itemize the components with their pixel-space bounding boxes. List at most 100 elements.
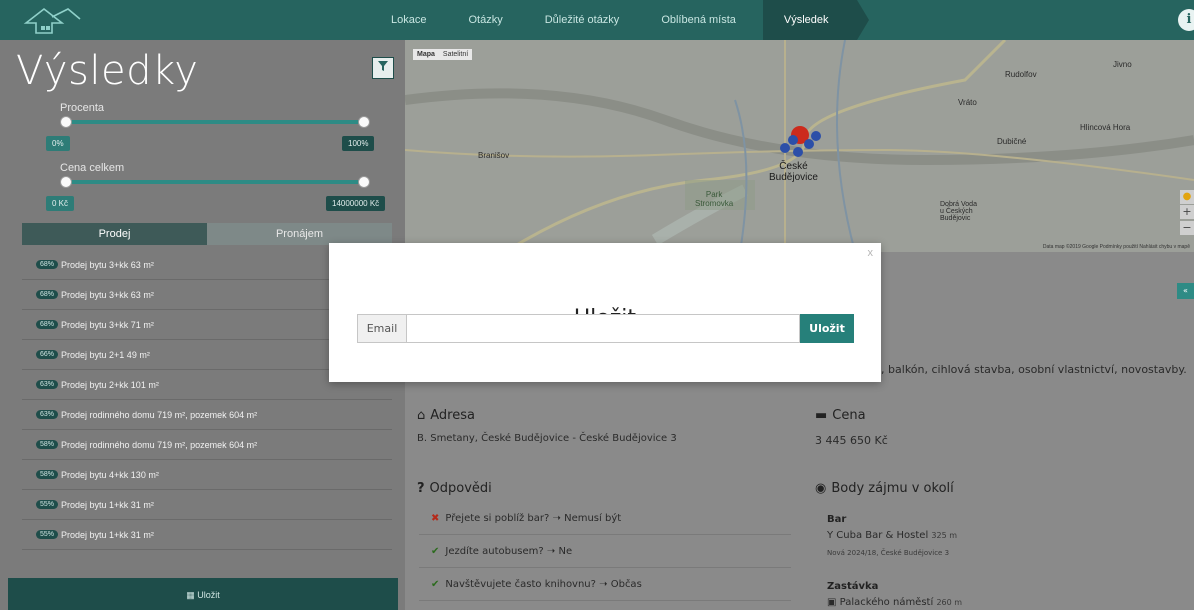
poi-title: Body zájmu v okolí xyxy=(831,481,954,496)
modal-save-button[interactable]: Uložit xyxy=(800,314,854,343)
filter-icon xyxy=(378,61,388,71)
map-type-mapa[interactable]: Mapa xyxy=(413,49,439,60)
zoom-out-button[interactable]: − xyxy=(1180,221,1194,235)
nav-step-dulezite-otazky[interactable]: Důležité otázky xyxy=(524,0,641,40)
features-text: č, balkón, cihlová stavba, osobní vlastn… xyxy=(875,363,1187,376)
sale-rent-tabs: Prodej Pronájem xyxy=(22,223,392,245)
price-max-tag: 14000000 Kč xyxy=(326,196,386,211)
map-view[interactable]: Mapa Satelitní Rudolfov Jivno Vráto Hlin… xyxy=(405,40,1194,252)
answer-row: ✔ Navštěvujete často knihovnu? ➝ Občas xyxy=(419,568,791,601)
info-icon[interactable]: i xyxy=(1178,9,1194,31)
nav-step-vysledek[interactable]: Výsledek xyxy=(762,0,869,40)
map-label-dobra-voda: Dobrá Voda u Českých Budějovic xyxy=(940,201,977,222)
map-label-city: České Budějovice xyxy=(769,161,818,183)
map-label-park-line2: Stromovka xyxy=(695,199,734,208)
wizard-steps: Lokace Otázky Důležité otázky Oblíbená m… xyxy=(370,0,869,40)
price-value: 3 445 650 Kč xyxy=(815,434,888,447)
save-button[interactable]: ▦ Uložit xyxy=(8,578,398,610)
map-label-vrato: Vráto xyxy=(958,98,977,107)
list-item[interactable]: 55% Prodej bytu 1+kk 31 m² xyxy=(22,520,392,550)
poi-distance: 325 m xyxy=(931,531,958,540)
poi-name-text: Cuba Bar & Hostel xyxy=(836,530,929,541)
match-badge: 68% xyxy=(36,260,59,269)
percent-min-tag: 0% xyxy=(46,136,70,151)
nav-step-oblibena-mista[interactable]: Oblíbená místa xyxy=(640,0,757,40)
map-background xyxy=(405,40,1194,252)
percent-slider-min-handle[interactable] xyxy=(60,116,72,128)
result-title: Prodej bytu 3+kk 71 m² xyxy=(61,319,154,330)
nav-step-lokace[interactable]: Lokace xyxy=(370,0,447,40)
result-title: Prodej bytu 1+kk 31 m² xyxy=(61,529,154,540)
percent-slider[interactable] xyxy=(60,116,370,128)
poi-name[interactable]: Y Cuba Bar & Hostel 325 m xyxy=(827,530,957,541)
poi-heading: ◉ Body zájmu v okolí xyxy=(815,481,954,496)
close-icon[interactable]: x xyxy=(868,247,874,259)
tab-pronajem[interactable]: Pronájem xyxy=(207,223,392,245)
address-heading: ⌂ Adresa xyxy=(417,408,475,423)
cross-icon: ✖ xyxy=(431,513,440,524)
price-slider-fill xyxy=(66,180,366,184)
list-item[interactable]: 55% Prodej bytu 1+kk 31 m² xyxy=(22,490,392,520)
percent-slider-label: Procenta xyxy=(60,102,105,114)
save-modal: x Uložit Email Uložit xyxy=(329,243,881,382)
map-label-dobra-line1: Dobrá Voda xyxy=(940,201,977,208)
match-badge: 63% xyxy=(36,410,59,419)
poi-address: Nová 2024/18, České Budějovice 3 xyxy=(827,549,950,557)
price-heading: ▬ Cena xyxy=(815,408,866,423)
answer-question: Jezdíte autobusem? xyxy=(445,546,544,557)
poi-name-text: Palackého náměstí xyxy=(839,597,934,608)
check-icon: ✔ xyxy=(431,546,440,557)
address-value: B. Smetany, České Budějovice - České Bud… xyxy=(417,433,677,444)
map-label-dubicne: Dubičné xyxy=(997,137,1027,146)
result-title: Prodej bytu 4+kk 130 m² xyxy=(61,469,159,480)
answer-question: Přejete si poblíž bar? xyxy=(445,513,550,524)
zoom-in-button[interactable]: + xyxy=(1180,205,1194,219)
answer-value: Občas xyxy=(610,579,642,590)
email-field[interactable] xyxy=(407,314,800,343)
map-label-jivno: Jivno xyxy=(1113,60,1132,69)
money-icon: ▬ xyxy=(815,408,828,423)
filter-button[interactable] xyxy=(372,57,394,79)
list-item[interactable]: 58% Prodej rodinného domu 719 m², pozemek… xyxy=(22,430,392,460)
match-badge: 55% xyxy=(36,530,59,539)
match-badge: 68% xyxy=(36,290,59,299)
poi-name[interactable]: ▣ Palackého náměstí 260 m xyxy=(827,597,962,608)
email-label: Email xyxy=(357,314,407,343)
pegman-icon[interactable]: ● xyxy=(1180,190,1194,204)
nav-step-otazky[interactable]: Otázky xyxy=(447,0,523,40)
home-icon: ⌂ xyxy=(417,408,426,423)
map-type-satelitni[interactable]: Satelitní xyxy=(439,49,472,60)
map-label-hlincova-hora: Hlincová Hora xyxy=(1080,123,1131,132)
logo-house-icon[interactable] xyxy=(22,5,82,35)
price-slider-label: Cena celkem xyxy=(60,162,125,174)
result-title: Prodej bytu 2+1 49 m² xyxy=(61,349,150,360)
question-icon: ? xyxy=(417,481,425,496)
map-label-park: Park Stromovka xyxy=(695,190,733,208)
price-slider[interactable] xyxy=(60,176,370,188)
percent-max-tag: 100% xyxy=(342,136,375,151)
page-title: Výsledky xyxy=(16,48,199,94)
answers-heading: ? Odpovědi xyxy=(417,481,492,496)
price-slider-max-handle[interactable] xyxy=(358,176,370,188)
map-label-dobra-line3: Budějovic xyxy=(940,215,971,222)
answers-title: Odpovědi xyxy=(429,481,492,496)
match-badge: 58% xyxy=(36,470,59,479)
list-item[interactable]: 58% Prodej bytu 4+kk 130 m² xyxy=(22,460,392,490)
email-input-group: Email Uložit xyxy=(357,314,854,343)
list-item[interactable]: 63% Prodej rodinného domu 719 m², pozemek… xyxy=(22,400,392,430)
save-label: Uložit xyxy=(197,590,220,600)
result-title: Prodej bytu 1+kk 31 m² xyxy=(61,499,154,510)
collapse-panel-button[interactable]: « xyxy=(1177,283,1194,299)
match-badge: 63% xyxy=(36,380,59,389)
match-badge: 68% xyxy=(36,320,59,329)
tab-prodej[interactable]: Prodej xyxy=(22,223,207,245)
answer-value: Nemusí být xyxy=(564,513,622,524)
map-city-line1: České xyxy=(779,161,808,172)
map-label-park-line1: Park xyxy=(705,190,723,199)
answer-question: Navštěvujete často knihovnu? xyxy=(445,579,596,590)
percent-slider-max-handle[interactable] xyxy=(358,116,370,128)
price-slider-min-handle[interactable] xyxy=(60,176,72,188)
result-title: Prodej rodinného domu 719 m², pozemek 60… xyxy=(61,439,258,450)
map-type-toggle: Mapa Satelitní xyxy=(413,49,473,60)
map-attribution: Data map ©2019 Google Podmínky použití N… xyxy=(1042,244,1190,250)
